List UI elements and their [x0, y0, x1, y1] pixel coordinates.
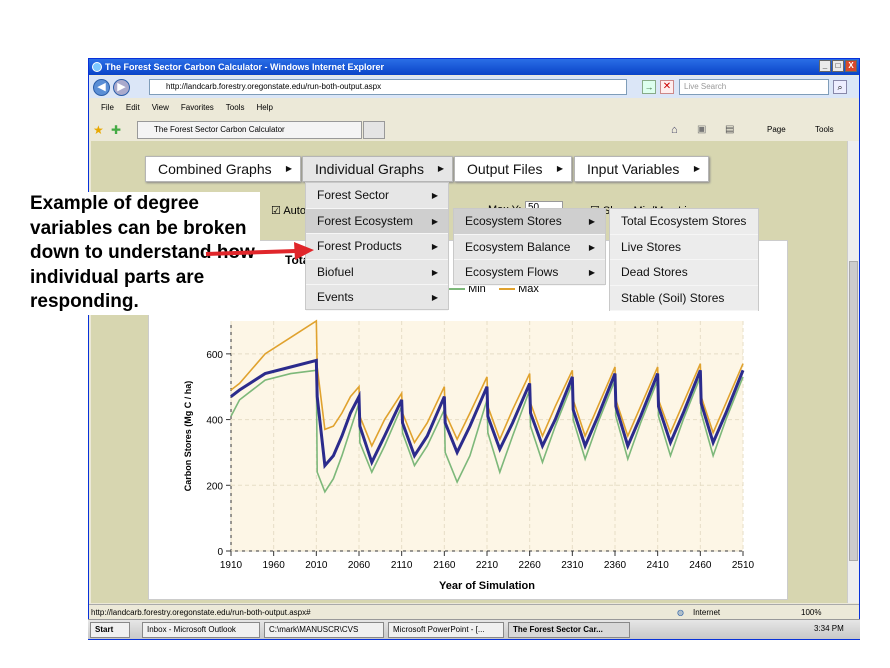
taskbar: Start Inbox - Microsoft Outlook C:\mark\…: [88, 619, 860, 639]
menu-edit[interactable]: Edit: [126, 103, 140, 112]
dropdown-ecosystem-stores: Total Ecosystem Stores Live Stores Dead …: [609, 208, 759, 311]
x-tick-label: 2160: [433, 560, 456, 571]
address-input[interactable]: http://landcarb.forestry.oregonstate.edu…: [149, 79, 627, 95]
x-tick-label: 2210: [476, 560, 499, 571]
start-button[interactable]: Start: [90, 622, 130, 638]
go-icon[interactable]: →: [642, 80, 656, 94]
menu-item-forest-ecosystem[interactable]: Forest Ecosystem ▶: [306, 208, 448, 234]
minimize-button[interactable]: _: [819, 60, 831, 72]
dropdown-individual-graphs: Forest Sector ▶ Forest Ecosystem ▶ Forest …: [305, 182, 449, 311]
window-title: The Forest Sector Carbon Calculator - Wi…: [105, 62, 384, 72]
new-tab-button[interactable]: [363, 121, 385, 139]
menu-favorites[interactable]: Favorites: [181, 103, 214, 112]
search-icon[interactable]: ⌕: [833, 80, 847, 94]
nav-input-variables[interactable]: Input Variables ▶: [574, 156, 709, 182]
back-icon[interactable]: ◀: [93, 79, 110, 96]
x-axis-label: Year of Simulation: [439, 580, 535, 592]
taskbar-item-ie[interactable]: The Forest Sector Car...: [508, 622, 630, 638]
taskbar-item-explorer[interactable]: C:\mark\MANUSCR\CVS: [264, 622, 384, 638]
menu-item-events[interactable]: Events ▶: [306, 285, 448, 311]
menu-bar: File Edit View Favorites Tools Help: [89, 99, 859, 117]
x-tick-label: 1960: [263, 560, 286, 571]
status-bar: http://landcarb.forestry.oregonstate.edu…: [89, 604, 859, 620]
forward-icon[interactable]: ▶: [113, 79, 130, 96]
page-menu[interactable]: Page: [767, 119, 786, 141]
callout-arrow: [205, 242, 314, 260]
search-input[interactable]: Live Search: [679, 79, 829, 95]
stop-icon[interactable]: ✕: [660, 80, 674, 94]
menu-tools[interactable]: Tools: [226, 103, 245, 112]
taskbar-item-outlook[interactable]: Inbox - Microsoft Outlook: [142, 622, 260, 638]
ie-logo-icon: [92, 62, 102, 72]
nav-individual-graphs[interactable]: Individual Graphs ▶: [302, 156, 453, 182]
menu-view[interactable]: View: [152, 103, 169, 112]
dropdown-forest-ecosystem: Ecosystem Stores ▶ Ecosystem Balance ▶ Eco…: [453, 208, 606, 286]
menu-file[interactable]: File: [101, 103, 114, 112]
y-tick-label: 0: [217, 547, 223, 558]
y-axis-label: Carbon Stores (Mg C / ha): [183, 381, 193, 492]
favorites-star-icon[interactable]: ★: [93, 119, 104, 141]
maximize-button[interactable]: □: [832, 60, 844, 72]
taskbar-item-powerpoint[interactable]: Microsoft PowerPoint - [...: [388, 622, 504, 638]
menu-item-ecosystem-balance[interactable]: Ecosystem Balance ▶: [454, 235, 605, 260]
menu-item-stable-soil-stores[interactable]: Stable (Soil) Stores: [610, 286, 758, 311]
tools-menu[interactable]: Tools: [815, 119, 834, 141]
close-button[interactable]: X: [845, 60, 857, 72]
x-tick-label: 2310: [561, 560, 584, 571]
print-icon[interactable]: ▤: [725, 119, 734, 141]
x-tick-label: 2360: [604, 560, 627, 571]
home-icon[interactable]: ⌂: [671, 119, 678, 141]
vertical-scrollbar[interactable]: [847, 141, 859, 603]
x-tick-label: 2060: [348, 560, 371, 571]
menu-item-live-stores[interactable]: Live Stores: [610, 235, 758, 260]
menu-item-forest-sector[interactable]: Forest Sector ▶: [306, 183, 448, 209]
menu-item-ecosystem-stores[interactable]: Ecosystem Stores ▶: [454, 209, 605, 235]
menu-help[interactable]: Help: [256, 103, 272, 112]
menu-item-ecosystem-flows[interactable]: Ecosystem Flows ▶: [454, 260, 605, 286]
address-bar-row: ◀ ▶ http://landcarb.forestry.oregonstate…: [89, 76, 859, 98]
status-url: http://landcarb.forestry.oregonstate.edu…: [91, 608, 311, 617]
y-tick-label: 600: [206, 350, 223, 361]
x-tick-label: 2010: [305, 560, 328, 571]
scroll-thumb[interactable]: [849, 261, 858, 561]
feeds-icon[interactable]: ▣: [697, 119, 706, 141]
x-tick-label: 1910: [220, 560, 243, 571]
menu-item-forest-products[interactable]: Forest Products ▶: [306, 234, 448, 260]
y-tick-label: 400: [206, 416, 223, 427]
window-title-bar: The Forest Sector Carbon Calculator - Wi…: [89, 59, 859, 75]
add-favorite-icon[interactable]: ✚: [111, 119, 121, 141]
nav-output-files[interactable]: Output Files ▶: [454, 156, 572, 182]
x-tick-label: 2110: [391, 560, 413, 571]
x-tick-label: 2510: [732, 560, 755, 571]
menu-item-biofuel[interactable]: Biofuel ▶: [306, 260, 448, 285]
x-tick-label: 2410: [647, 560, 670, 571]
y-tick-label: 200: [206, 481, 223, 492]
menu-item-dead-stores[interactable]: Dead Stores: [610, 260, 758, 286]
auto-checkbox[interactable]: ☑ Auto: [271, 204, 306, 217]
x-tick-label: 2460: [689, 560, 712, 571]
x-tick-label: 2260: [519, 560, 542, 571]
menu-item-total-ecosystem-stores[interactable]: Total Ecosystem Stores: [610, 209, 758, 235]
nav-combined-graphs[interactable]: Combined Graphs ▶: [145, 156, 301, 182]
clock: 3:34 PM: [814, 624, 844, 633]
tab-forest-carbon[interactable]: The Forest Sector Carbon Calculator: [137, 121, 362, 139]
